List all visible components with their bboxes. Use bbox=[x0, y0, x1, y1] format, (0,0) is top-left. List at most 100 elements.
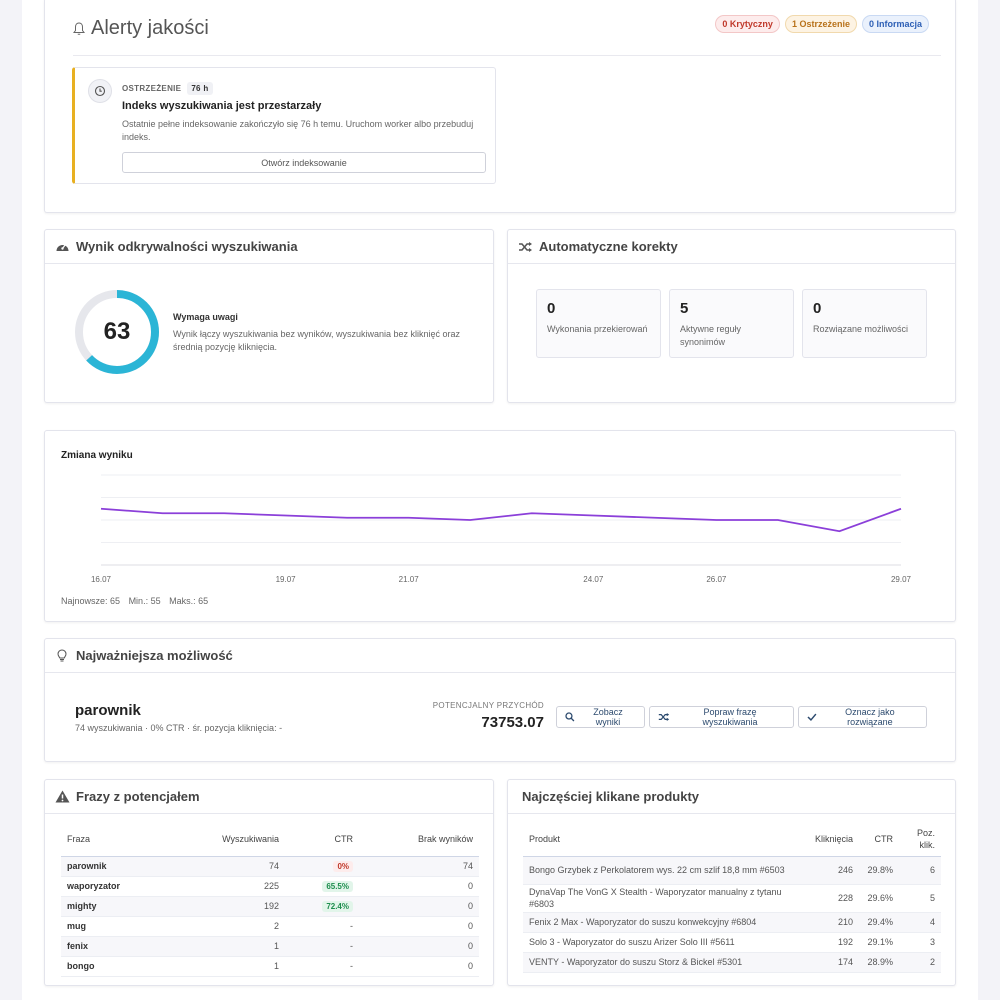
view-results-label: Zobacz wyniki bbox=[593, 707, 623, 727]
searches-cell: 1 bbox=[181, 936, 285, 957]
col-no-results[interactable]: Brak wyników bbox=[359, 822, 479, 857]
col-ctr[interactable]: CTR bbox=[285, 822, 359, 857]
stat-label: Wykonania przekierowań bbox=[547, 324, 648, 334]
no-results-cell: 0 bbox=[359, 896, 479, 917]
stat-resolved: 0 Rozwiązane możliwości bbox=[802, 289, 927, 358]
ctr-cell: 29.4% bbox=[859, 912, 899, 933]
table-row[interactable]: bongo 1 -0 bbox=[61, 956, 479, 977]
quality-alerts-card: Alerty jakości 0 Krytyczny 1 Ostrzeżenie… bbox=[44, 0, 956, 213]
fix-phrase-label: Popraw frazę wyszukiwania bbox=[702, 707, 758, 727]
stat-value: 0 bbox=[813, 300, 822, 317]
score-card-title: Wynik odkrywalności wyszukiwania bbox=[76, 239, 298, 254]
ctr-value: - bbox=[350, 941, 353, 951]
phrases-title: Frazy z potencjałem bbox=[76, 789, 200, 804]
col-product[interactable]: Produkt bbox=[523, 822, 803, 857]
ctr-value: - bbox=[350, 921, 353, 931]
table-row[interactable]: mighty 192 72.4% 0 bbox=[61, 896, 479, 917]
click-position-cell: 6 bbox=[899, 856, 941, 885]
open-indexing-button[interactable]: Otwórz indeksowanie bbox=[122, 152, 486, 173]
searches-cell: 192 bbox=[181, 896, 285, 917]
ctr-cell: 72.4% bbox=[285, 896, 359, 917]
mark-resolved-button[interactable]: Oznacz jako rozwiązane bbox=[798, 706, 927, 728]
alert-title: Indeks wyszukiwania jest przestarzały bbox=[122, 100, 322, 112]
searches-cell: 74 bbox=[181, 856, 285, 877]
trend-stats: Najnowsze: 65 Min.: 55 Maks.: 65 bbox=[61, 596, 214, 606]
no-results-cell: 0 bbox=[359, 956, 479, 977]
ctr-value: - bbox=[350, 961, 353, 971]
score-value: 63 bbox=[103, 318, 131, 345]
ctr-cell: - bbox=[285, 956, 359, 977]
product-name-cell[interactable]: VENTY - Waporyzator do suszu Storz & Bic… bbox=[523, 952, 803, 973]
col-ctr[interactable]: CTR bbox=[859, 822, 899, 857]
table-row[interactable]: DynaVap The VonG X Stealth - Waporyzator… bbox=[523, 884, 941, 913]
stat-label: Rozwiązane możliwości bbox=[813, 324, 909, 334]
warning-badge[interactable]: 1 Ostrzeżenie bbox=[784, 15, 857, 33]
score-trend-card: Zmiana wyniku 16.07 19.07 21.07 24.07 26.07 2… bbox=[44, 430, 956, 622]
mark-resolved-label: Oznacz jako rozwiązane bbox=[845, 707, 895, 727]
alerts-divider bbox=[73, 55, 941, 56]
no-results-cell: 0 bbox=[359, 936, 479, 957]
alert-severity-text: OSTRZEŻENIE bbox=[122, 84, 182, 93]
table-row[interactable]: VENTY - Waporyzator do suszu Storz & Bic… bbox=[523, 952, 941, 973]
product-name-cell[interactable]: Bongo Grzybek z Perkolatorem wys. 22 cm … bbox=[523, 856, 803, 885]
x-tick-label: 26.07 bbox=[706, 575, 727, 584]
table-row[interactable]: Bongo Grzybek z Perkolatorem wys. 22 cm … bbox=[523, 856, 941, 885]
no-results-cell: 0 bbox=[359, 916, 479, 937]
click-position-cell: 2 bbox=[899, 952, 941, 973]
view-results-button[interactable]: Zobacz wyniki bbox=[556, 706, 645, 728]
search-icon bbox=[565, 712, 575, 722]
alerts-title-text: Alerty jakości bbox=[91, 17, 209, 39]
opportunity-title: Najważniejsza możliwość bbox=[76, 648, 233, 663]
product-name-cell[interactable]: DynaVap The VonG X Stealth - Waporyzator… bbox=[523, 884, 803, 913]
no-results-cell: 74 bbox=[359, 856, 479, 877]
ctr-value: 65.5% bbox=[322, 881, 353, 892]
clicks-cell: 210 bbox=[803, 912, 859, 933]
opportunity-phrase: parownik bbox=[75, 702, 141, 719]
score-card-header: Wynik odkrywalności wyszukiwania bbox=[45, 230, 493, 264]
revenue-value: 73753.07 bbox=[481, 714, 544, 731]
table-row[interactable]: parownik 74 0% 74 bbox=[61, 856, 479, 877]
table-row[interactable]: Fenix 2 Max - Waporyzator do suszu konwe… bbox=[523, 912, 941, 933]
product-name-cell[interactable]: Solo 3 - Waporyzator do suszu Arizer Sol… bbox=[523, 932, 803, 953]
phrase-cell: mug bbox=[61, 916, 181, 937]
col-searches[interactable]: Wyszukiwania bbox=[181, 822, 285, 857]
opportunity-meta: 74 wyszukiwania · 0% CTR · śr. pozycja k… bbox=[75, 723, 283, 733]
phrase-cell: fenix bbox=[61, 936, 181, 957]
ctr-cell: 29.8% bbox=[859, 856, 899, 885]
trend-chart: 16.07 19.07 21.07 24.07 26.07 29.07 bbox=[91, 474, 912, 584]
phrase-cell: mighty bbox=[61, 896, 181, 917]
table-row[interactable]: fenix 1 -0 bbox=[61, 936, 479, 957]
phrases-table-header: Fraza Wyszukiwania CTR Brak wyników bbox=[61, 822, 479, 857]
table-row[interactable]: Solo 3 - Waporyzator do suszu Arizer Sol… bbox=[523, 932, 941, 953]
x-tick-label: 16.07 bbox=[91, 575, 112, 584]
info-badge[interactable]: 0 Informacja bbox=[861, 15, 929, 33]
col-clicks[interactable]: Kliknięcia bbox=[803, 822, 859, 857]
product-name-cell[interactable]: Fenix 2 Max - Waporyzator do suszu konwe… bbox=[523, 912, 803, 933]
shuffle-icon bbox=[517, 239, 533, 255]
stat-synonyms: 5 Aktywne reguły synonimów bbox=[669, 289, 794, 358]
table-row[interactable]: mug 2 -0 bbox=[61, 916, 479, 937]
warning-icon bbox=[54, 789, 70, 805]
alert-item: OSTRZEŻENIE 76 h Indeks wyszukiwania jes… bbox=[72, 67, 496, 184]
click-position-cell: 4 bbox=[899, 912, 941, 933]
table-row[interactable]: waporyzator 225 65.5% 0 bbox=[61, 876, 479, 897]
phrases-header: Frazy z potencjałem bbox=[45, 780, 493, 814]
stat-label: Aktywne reguły synonimów bbox=[680, 324, 742, 347]
top-opportunity-card: Najważniejsza możliwość parownik 74 wysz… bbox=[44, 638, 956, 762]
alerts-title: Alerty jakości bbox=[73, 17, 209, 40]
alert-age-badge: 76 h bbox=[187, 82, 213, 95]
ctr-cell: 29.6% bbox=[859, 884, 899, 913]
fix-phrase-button[interactable]: Popraw frazę wyszukiwania bbox=[649, 706, 794, 728]
searches-cell: 1 bbox=[181, 956, 285, 977]
col-phrase[interactable]: Fraza bbox=[61, 822, 181, 857]
opportunity-header: Najważniejsza możliwość bbox=[45, 639, 955, 673]
phrase-cell: bongo bbox=[61, 956, 181, 977]
check-icon bbox=[807, 713, 817, 722]
col-click-position[interactable]: Poz. klik. bbox=[899, 822, 941, 857]
searches-cell: 225 bbox=[181, 876, 285, 897]
critical-badge[interactable]: 0 Krytyczny bbox=[715, 15, 780, 33]
ctr-cell: - bbox=[285, 916, 359, 937]
ctr-value: 72.4% bbox=[322, 901, 353, 912]
x-tick-label: 21.07 bbox=[399, 575, 420, 584]
clicks-cell: 174 bbox=[803, 952, 859, 973]
